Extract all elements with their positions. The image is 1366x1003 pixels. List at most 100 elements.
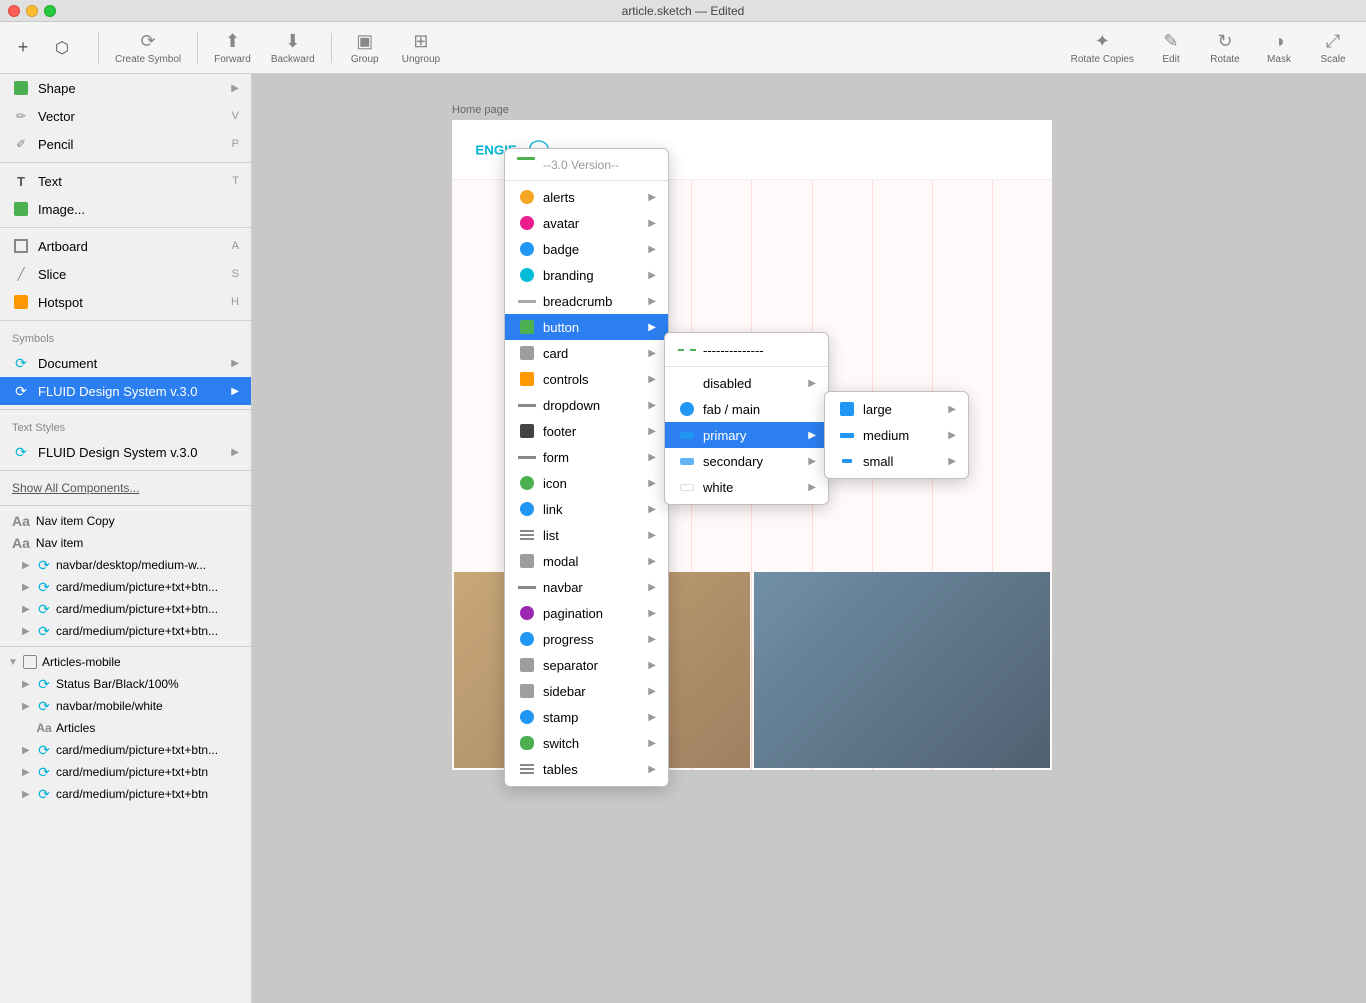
btn-submenu-white[interactable]: white ▶	[665, 474, 828, 500]
layer-status-bar[interactable]: ▶ ⟳ Status Bar/Black/100%	[0, 673, 251, 695]
menu-divider-6	[0, 505, 251, 506]
submenu-icon[interactable]: icon ▶	[505, 470, 668, 496]
edit-button[interactable]: ✎ Edit	[1146, 27, 1196, 69]
layer-card-mobile-1[interactable]: ▶ ⟳ card/medium/picture+txt+btn...	[0, 739, 251, 761]
layer-navbar-mobile[interactable]: ▶ ⟳ navbar/mobile/white	[0, 695, 251, 717]
layer-card-mobile-2[interactable]: ▶ ⟳ card/medium/picture+txt+btn	[0, 761, 251, 783]
submenu-switch[interactable]: switch ▶	[505, 730, 668, 756]
btn-submenu-secondary[interactable]: secondary ▶	[665, 448, 828, 474]
submenu-navbar[interactable]: navbar ▶	[505, 574, 668, 600]
menu-item-pencil[interactable]: ✐ Pencil P	[0, 130, 251, 158]
create-symbol-label: Create Symbol	[115, 54, 181, 65]
submenu-breadcrumb[interactable]: breadcrumb ▶	[505, 288, 668, 314]
layers-toggle-button[interactable]: ⬡	[42, 34, 82, 62]
layer-card-2[interactable]: ▶ ⟳ card/medium/picture+txt+btn...	[0, 598, 251, 620]
layer-articles-mobile[interactable]: ▼ Articles-mobile	[0, 651, 251, 673]
submenu-link[interactable]: link ▶	[505, 496, 668, 522]
fullscreen-button[interactable]	[44, 5, 56, 17]
menu-item-text[interactable]: T Text T	[0, 167, 251, 195]
create-symbol-icon: ⟳	[141, 31, 156, 52]
layer-navbar-desktop[interactable]: ▶ ⟳ navbar/desktop/medium-w...	[0, 554, 251, 576]
menu-item-vector[interactable]: ✏ Vector V	[0, 102, 251, 130]
rotate-button[interactable]: ↻ Rotate	[1200, 27, 1250, 69]
primary-large[interactable]: large ▶	[825, 396, 968, 422]
nav-item-copy[interactable]: Aa Nav item Copy	[0, 510, 251, 532]
secondary-image	[754, 572, 1050, 768]
submenu-pagination[interactable]: pagination ▶	[505, 600, 668, 626]
primary-submenu[interactable]: large ▶ medium ▶ small ▶	[824, 391, 969, 479]
menu-divider-7	[0, 646, 251, 647]
close-button[interactable]	[8, 5, 20, 17]
backward-label: Backward	[271, 54, 315, 65]
group-button[interactable]: ▣ Group	[340, 27, 390, 69]
pencil-icon: ✐	[12, 135, 30, 153]
layer-card-1[interactable]: ▶ ⟳ card/medium/picture+txt+btn...	[0, 576, 251, 598]
submenu-controls[interactable]: controls ▶	[505, 366, 668, 392]
traffic-lights	[8, 5, 56, 17]
show-all-components[interactable]: Show All Components...	[0, 475, 251, 501]
submenu-button[interactable]: button ▶	[505, 314, 668, 340]
submenu-tables[interactable]: tables ▶	[505, 756, 668, 782]
menu-item-hotspot[interactable]: Hotspot H	[0, 288, 251, 316]
layer-card-mobile-3[interactable]: ▶ ⟳ card/medium/picture+txt+btn	[0, 783, 251, 805]
btn-submenu-disabled[interactable]: disabled ▶	[665, 370, 828, 396]
add-icon: +	[18, 37, 29, 58]
text-styles-header: Text Styles	[0, 414, 251, 438]
image-icon	[12, 200, 30, 218]
menu-divider-1	[0, 162, 251, 163]
toolbar-left: + ⬡	[8, 33, 82, 62]
nav-item[interactable]: Aa Nav item	[0, 532, 251, 554]
forward-button[interactable]: ⬆ Forward	[206, 27, 259, 69]
create-symbol-button[interactable]: ⟳ Create Symbol	[107, 27, 189, 69]
menu-item-fluid[interactable]: ⟳ FLUID Design System v.3.0 ▶	[0, 377, 251, 405]
scale-icon: ⤢	[1326, 31, 1340, 52]
submenu-modal[interactable]: modal ▶	[505, 548, 668, 574]
artboard-label: Home page	[452, 104, 1052, 116]
menu-item-shape[interactable]: Shape ▶	[0, 74, 251, 102]
submenu-stamp[interactable]: stamp ▶	[505, 704, 668, 730]
canvas-area[interactable]: Home page ENGIE	[252, 74, 1366, 1003]
submenu-badge[interactable]: badge ▶	[505, 236, 668, 262]
primary-small[interactable]: small ▶	[825, 448, 968, 474]
submenu-card[interactable]: card ▶	[505, 340, 668, 366]
button-submenu[interactable]: -------------- disabled ▶ fab / main pri…	[664, 332, 829, 505]
submenu-avatar[interactable]: avatar ▶	[505, 210, 668, 236]
ungroup-icon: ⊞	[413, 31, 428, 52]
btn-submenu-fab[interactable]: fab / main	[665, 396, 828, 422]
menu-item-image[interactable]: Image...	[0, 195, 251, 223]
menu-item-document[interactable]: ⟳ Document ▶	[0, 349, 251, 377]
menu-item-artboard[interactable]: Artboard A	[0, 232, 251, 260]
btn-submenu-primary[interactable]: primary ▶	[665, 422, 828, 448]
rotate-label: Rotate	[1210, 54, 1239, 65]
submenu-sidebar[interactable]: sidebar ▶	[505, 678, 668, 704]
mask-button[interactable]: ◑ Mask	[1254, 27, 1304, 69]
backward-button[interactable]: ⬇ Backward	[263, 27, 323, 69]
forward-label: Forward	[214, 54, 251, 65]
group-label: Group	[351, 54, 379, 65]
submenu-form[interactable]: form ▶	[505, 444, 668, 470]
fluid-submenu[interactable]: --3.0 Version-- alerts ▶ avatar ▶ badge …	[504, 148, 669, 787]
primary-medium[interactable]: medium ▶	[825, 422, 968, 448]
submenu-footer[interactable]: footer ▶	[505, 418, 668, 444]
scale-button[interactable]: ⤢ Scale	[1308, 27, 1358, 69]
menu-divider-3	[0, 320, 251, 321]
minimize-button[interactable]	[26, 5, 38, 17]
submenu-list[interactable]: list ▶	[505, 522, 668, 548]
toolbar-separator-1	[98, 33, 99, 63]
submenu-separator[interactable]: separator ▶	[505, 652, 668, 678]
btn-submenu-dashed[interactable]: --------------	[665, 337, 828, 363]
add-button[interactable]: +	[8, 33, 38, 62]
layer-card-3[interactable]: ▶ ⟳ card/medium/picture+txt+btn...	[0, 620, 251, 642]
submenu-alerts[interactable]: alerts ▶	[505, 184, 668, 210]
rotate-copies-button[interactable]: ✦ Rotate Copies	[1063, 27, 1142, 69]
submenu-progress[interactable]: progress ▶	[505, 626, 668, 652]
menu-item-slice[interactable]: ╱ Slice S	[0, 260, 251, 288]
layer-articles[interactable]: Aa Articles	[0, 717, 251, 739]
group-icon: ▣	[356, 31, 373, 52]
submenu-branding[interactable]: branding ▶	[505, 262, 668, 288]
ungroup-button[interactable]: ⊞ Ungroup	[394, 27, 448, 69]
window-title: article.sketch — Edited	[622, 4, 745, 18]
submenu-dropdown[interactable]: dropdown ▶	[505, 392, 668, 418]
menu-divider-5	[0, 470, 251, 471]
menu-item-fluid-text[interactable]: ⟳ FLUID Design System v.3.0 ▶	[0, 438, 251, 466]
